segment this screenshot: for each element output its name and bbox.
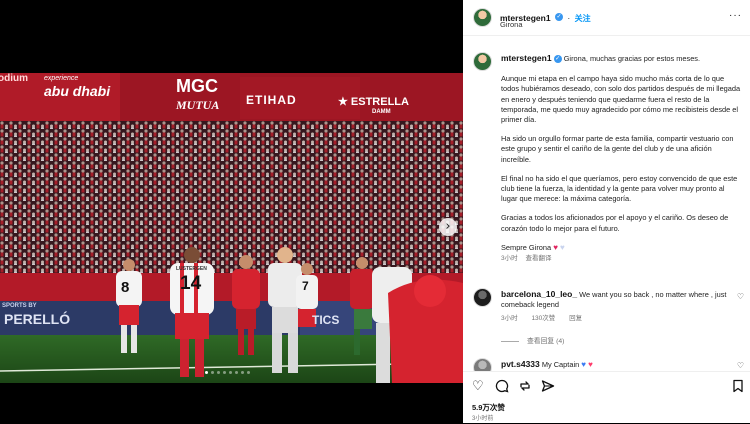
comment-meta: 3小时 130次赞 回复 — [501, 314, 731, 324]
comment-bubble-icon[interactable] — [495, 379, 509, 397]
caption-intro: Girona, muchas gracias por estos meses. — [563, 54, 701, 63]
more-options-icon[interactable]: ··· — [729, 10, 742, 21]
comments-scroll-area[interactable]: mterstegen1 ✓ Girona, muchas gracias por… — [463, 36, 750, 371]
next-slide-button[interactable]: › — [439, 218, 457, 236]
comment-item: pvt.s4333 My Captain ♥ ♥ — [501, 359, 731, 370]
comment-time: 3小时 — [501, 315, 518, 322]
caption-time: 3小时 — [501, 255, 518, 263]
slide-dot — [217, 371, 220, 374]
slide-dot — [247, 371, 250, 374]
sponsor-abu-dhabi: abu dhabi — [44, 83, 111, 99]
follow-button[interactable]: 关注 — [575, 14, 591, 23]
sponsor-mutua: MUTUA — [176, 98, 220, 112]
player-foreground — [372, 267, 463, 383]
comment-reply-button[interactable]: 回复 — [569, 315, 582, 322]
slide-dot — [241, 371, 244, 374]
comment-username[interactable]: pvt.s4333 — [501, 359, 540, 369]
post-time: 3小时前 — [472, 416, 494, 422]
comment-username[interactable]: barcelona_10_leo_ — [501, 289, 577, 299]
post-media-panel: odium experience abu dhabi MGC MUTUA ETI… — [0, 0, 463, 423]
comment-likes[interactable]: 130次赞 — [531, 315, 555, 322]
caption-paragraph: Gracias a todos los aficionados por el a… — [501, 213, 729, 233]
separator-dot: · — [567, 14, 571, 23]
caption-username[interactable]: mterstegen1 — [501, 53, 552, 63]
comment-item: barcelona_10_leo_ We want you so back , … — [501, 289, 731, 324]
save-bookmark-icon[interactable] — [732, 379, 744, 397]
share-send-icon[interactable] — [541, 379, 555, 397]
red-heart-icon: ♥ — [553, 242, 558, 252]
sponsor-sports-by: SPORTS BY — [2, 303, 37, 309]
slide-dot — [235, 371, 238, 374]
jersey-name: LUSTERGEN — [176, 266, 207, 272]
slide-dot — [211, 371, 214, 374]
verified-badge-icon: ✓ — [555, 12, 564, 21]
avatar[interactable] — [473, 8, 492, 27]
caption-sign-off: Sempre Girona — [501, 242, 552, 252]
post-photo[interactable]: odium experience abu dhabi MGC MUTUA ETI… — [0, 73, 463, 383]
caption-paragraph: Aunque mi etapa en el campo haya sido mu… — [501, 74, 741, 125]
sponsor-experience: experience — [44, 75, 79, 82]
comment-avatar[interactable] — [473, 358, 492, 371]
sponsor-damm: DAMM — [372, 109, 391, 115]
repost-icon[interactable] — [518, 379, 532, 397]
comment-avatar[interactable] — [473, 288, 492, 307]
white-heart-icon: ♥ — [560, 242, 565, 252]
sponsor-estrella: ★ ESTRELLA — [338, 96, 409, 108]
caption-paragraph: Ha sido un orgullo formar parte de esta … — [501, 134, 734, 164]
stadium-scene — [0, 73, 463, 383]
slide-indicator — [205, 371, 250, 374]
caption-avatar[interactable] — [473, 52, 492, 71]
like-heart-icon[interactable]: ♡ — [472, 379, 484, 394]
caption-verified-icon: ✓ — [553, 55, 562, 64]
comment-like-icon[interactable]: ♡ — [737, 292, 744, 301]
jersey-number-8: 8 — [121, 279, 130, 296]
post-actions-bar: ♡ 5.9万次赞 3小时前 — [463, 371, 750, 424]
caption-paragraph: El final no ha sido el que queríamos, pe… — [501, 173, 738, 204]
caption-meta: 3小时 查看翻译 — [501, 254, 741, 264]
pink-heart-icon: ♥ — [588, 360, 593, 369]
blue-heart-icon: ♥ — [581, 360, 587, 369]
likes-count[interactable]: 5.9万次赞 — [472, 402, 505, 413]
sponsor-odium: odium — [0, 73, 28, 84]
sponsor-tics: TICS — [312, 313, 340, 327]
slide-dot — [205, 371, 208, 374]
slide-dot — [229, 371, 232, 374]
jersey-number-14: 14 — [180, 273, 202, 294]
sponsor-etihad: ETIHAD — [246, 93, 297, 107]
post-details-panel: mterstegen1 ✓ · 关注 Girona ··· mterstegen… — [463, 0, 750, 423]
comment-like-icon[interactable]: ♡ — [737, 361, 744, 370]
sponsor-perello: PERELLÓ — [4, 311, 71, 327]
post-caption: mterstegen1 ✓ Girona, muchas gracias por… — [501, 53, 741, 264]
slide-dot — [223, 371, 226, 374]
location-link[interactable]: Girona — [500, 20, 523, 29]
view-replies-link[interactable]: 查看回复 (4) — [501, 335, 564, 345]
post-header: mterstegen1 ✓ · 关注 Girona ··· — [463, 0, 750, 36]
see-translation-link[interactable]: 查看翻译 — [525, 255, 551, 262]
sponsor-mgc: MGC — [176, 76, 218, 96]
comment-text: My Captain — [541, 360, 580, 369]
jersey-number-7: 7 — [302, 279, 309, 293]
